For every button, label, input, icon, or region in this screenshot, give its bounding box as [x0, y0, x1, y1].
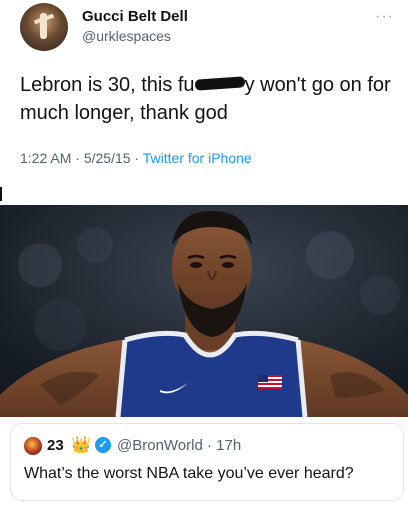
reply-text: What’s the worst NBA take you’ve ever he…: [24, 465, 354, 482]
avatar-figure: [40, 13, 47, 39]
tweet-author-avatar[interactable]: [20, 3, 68, 51]
tweet-author-handle[interactable]: @urklespaces: [82, 28, 171, 44]
player-photo[interactable]: [0, 205, 408, 417]
screenshot-edge-mark: [0, 187, 2, 201]
reply-author-avatar[interactable]: [24, 437, 42, 455]
tweet-meta: 1:22 AM · 5/25/15 · Twitter for iPhone: [20, 150, 252, 166]
reply-author-handle[interactable]: @BronWorld: [117, 437, 203, 454]
crown-icon: 👑: [71, 437, 91, 454]
eye-right: [222, 262, 234, 268]
tweet-author-name[interactable]: Gucci Belt Dell: [82, 8, 188, 25]
mouth: [202, 299, 222, 304]
redaction-scribble: [194, 76, 245, 91]
tweet-time[interactable]: 1:22 AM: [20, 150, 71, 166]
eye-left: [190, 262, 202, 268]
verified-badge-icon: ✓: [95, 437, 111, 453]
reply-author-name[interactable]: 23: [47, 437, 64, 454]
reply-handle-and-time: @BronWorld · 17h: [117, 437, 242, 454]
more-options-icon[interactable]: ···: [375, 8, 394, 26]
player-photo-illustration: [0, 205, 408, 417]
tweet-text: Lebron is 30, this fu y won't go on for m…: [20, 71, 400, 127]
tweet-text-part-1: Lebron is 30, this fu: [20, 74, 195, 96]
reply-tweet-card[interactable]: 23 👑 ✓ @BronWorld · 17h What’s the worst…: [10, 423, 404, 501]
reply-time[interactable]: 17h: [216, 437, 241, 454]
tweet-date[interactable]: 5/25/15: [84, 150, 131, 166]
flag-patch: [258, 375, 282, 389]
quoted-tweet-screenshot: Gucci Belt Dell @urklespaces ··· Lebron …: [0, 0, 408, 201]
tweet-source[interactable]: Twitter for iPhone: [143, 150, 252, 166]
